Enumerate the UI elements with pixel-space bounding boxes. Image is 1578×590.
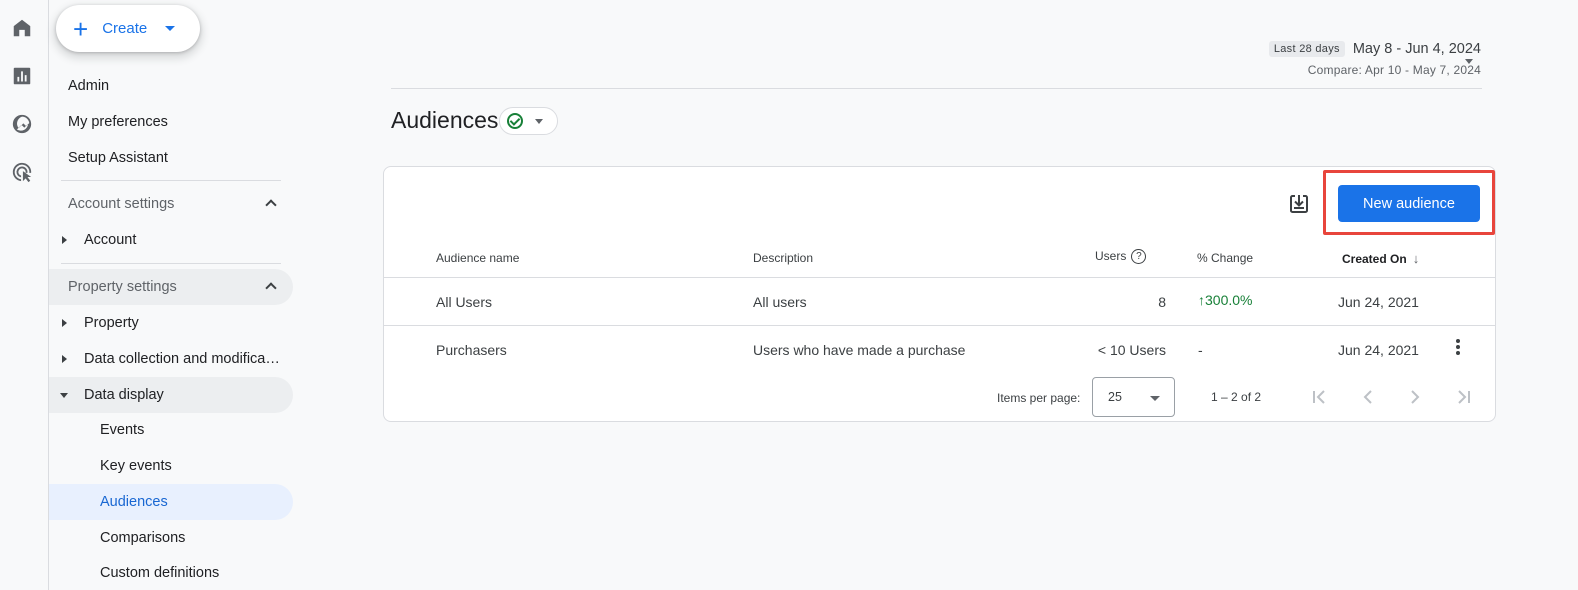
reports-icon[interactable] [10, 64, 34, 88]
date-range-text: May 8 - Jun 4, 2024 [1352, 41, 1481, 57]
sidebar-item-account[interactable]: Account [49, 222, 293, 258]
cell-audience-name[interactable]: All Users [436, 294, 492, 310]
cell-change: ↑300.0% [1198, 292, 1252, 308]
expand-down-icon [60, 392, 68, 398]
cell-description: Users who have made a purchase [753, 342, 966, 358]
create-button[interactable]: + Create [56, 5, 200, 52]
expand-right-icon [62, 319, 67, 327]
sidebar-section-property-settings[interactable]: Property settings [49, 269, 293, 305]
row-divider [384, 277, 1495, 278]
sidebar-item-data-collection[interactable]: Data collection and modifica… [49, 341, 293, 377]
date-range-picker[interactable]: Last 28 days May 8 - Jun 4, 2024 Compare… [1268, 41, 1481, 77]
items-per-page-value: 25 [1108, 390, 1122, 404]
cell-users: 8 [1158, 294, 1166, 310]
cell-description: All users [753, 294, 807, 310]
sidebar-item-custom-definitions[interactable]: Custom definitions [49, 555, 293, 590]
caret-down-icon [165, 26, 176, 31]
new-audience-button[interactable]: New audience [1338, 185, 1480, 222]
cell-audience-name[interactable]: Purchasers [436, 342, 507, 358]
section-label: Account settings [68, 196, 175, 212]
chevron-up-icon [265, 282, 277, 294]
date-compare-text: Compare: Apr 10 - May 7, 2024 [1307, 63, 1481, 77]
home-icon[interactable] [10, 16, 34, 40]
sidebar-item-audiences[interactable]: Audiences [49, 484, 293, 520]
caret-down-icon [535, 118, 543, 124]
status-dropdown[interactable] [499, 107, 558, 135]
sidebar-item-label: Data display [84, 387, 164, 403]
sidebar-item-data-display[interactable]: Data display [49, 377, 293, 413]
last-page-icon[interactable] [1454, 389, 1472, 405]
pager-range: 1 – 2 of 2 [1211, 390, 1262, 404]
previous-page-icon[interactable] [1359, 389, 1377, 405]
cell-created-on: Jun 24, 2021 [1338, 294, 1419, 310]
help-icon[interactable]: ? [1131, 249, 1147, 265]
page-title: Audiences [391, 107, 499, 133]
caret-down-icon [1150, 396, 1160, 401]
icon-rail [0, 0, 49, 590]
arrow-up-icon: ↑ [1198, 292, 1205, 308]
download-icon[interactable] [1288, 193, 1310, 215]
advertising-icon[interactable] [10, 160, 34, 184]
column-header-users: Users? [1095, 249, 1147, 265]
header-divider [391, 88, 1482, 89]
column-header-label: Users [1095, 249, 1127, 263]
sidebar-item-admin[interactable]: Admin [49, 68, 293, 104]
cell-change: - [1198, 342, 1203, 358]
sidebar-item-comparisons[interactable]: Comparisons [49, 520, 293, 556]
sidebar-item-events[interactable]: Events [49, 412, 293, 448]
items-per-page-label: Items per page: [997, 391, 1081, 405]
create-label: Create [102, 20, 148, 37]
sidebar-item-label: Account [84, 232, 137, 248]
divider [61, 180, 281, 181]
divider [61, 263, 281, 264]
column-header-description: Description [753, 251, 814, 265]
date-preset-chip: Last 28 days [1268, 41, 1345, 57]
expand-right-icon [62, 236, 67, 244]
items-per-page-select[interactable]: 25 [1092, 377, 1175, 417]
more-vert-icon[interactable] [1454, 339, 1462, 357]
cell-users: < 10 Users [1097, 342, 1166, 358]
sidebar-item-my-preferences[interactable]: My preferences [49, 104, 293, 140]
column-header-change: % Change [1197, 251, 1254, 265]
cell-created-on: Jun 24, 2021 [1338, 342, 1419, 358]
sidebar-item-setup-assistant[interactable]: Setup Assistant [49, 140, 293, 176]
sidebar-item-key-events[interactable]: Key events [49, 448, 293, 484]
sidebar-section-account-settings[interactable]: Account settings [49, 186, 293, 222]
column-header-label: Created On [1342, 252, 1407, 266]
sort-descending-icon: ↓ [1412, 251, 1420, 266]
check-circle-icon [507, 113, 523, 129]
sidebar-item-label: Property [84, 315, 139, 331]
column-header-audience-name: Audience name [436, 251, 520, 265]
date-dropdown-icon[interactable] [1465, 59, 1473, 64]
plus-icon: + [73, 13, 89, 44]
sidebar: + Create Admin My preferences Setup Assi… [49, 0, 299, 590]
row-divider [384, 325, 1495, 326]
section-label: Property settings [68, 279, 177, 295]
chevron-up-icon [265, 199, 277, 211]
change-value: 300.0% [1205, 292, 1253, 308]
explore-icon[interactable] [10, 112, 34, 136]
sidebar-item-label: Data collection and modifica… [84, 351, 280, 367]
sidebar-item-property[interactable]: Property [49, 305, 293, 341]
column-header-created-on[interactable]: Created On ↓ [1342, 251, 1419, 266]
first-page-icon[interactable] [1311, 389, 1329, 405]
expand-right-icon [62, 355, 67, 363]
next-page-icon[interactable] [1406, 389, 1424, 405]
audiences-table-card: New audience Audience name Description U… [383, 166, 1496, 422]
